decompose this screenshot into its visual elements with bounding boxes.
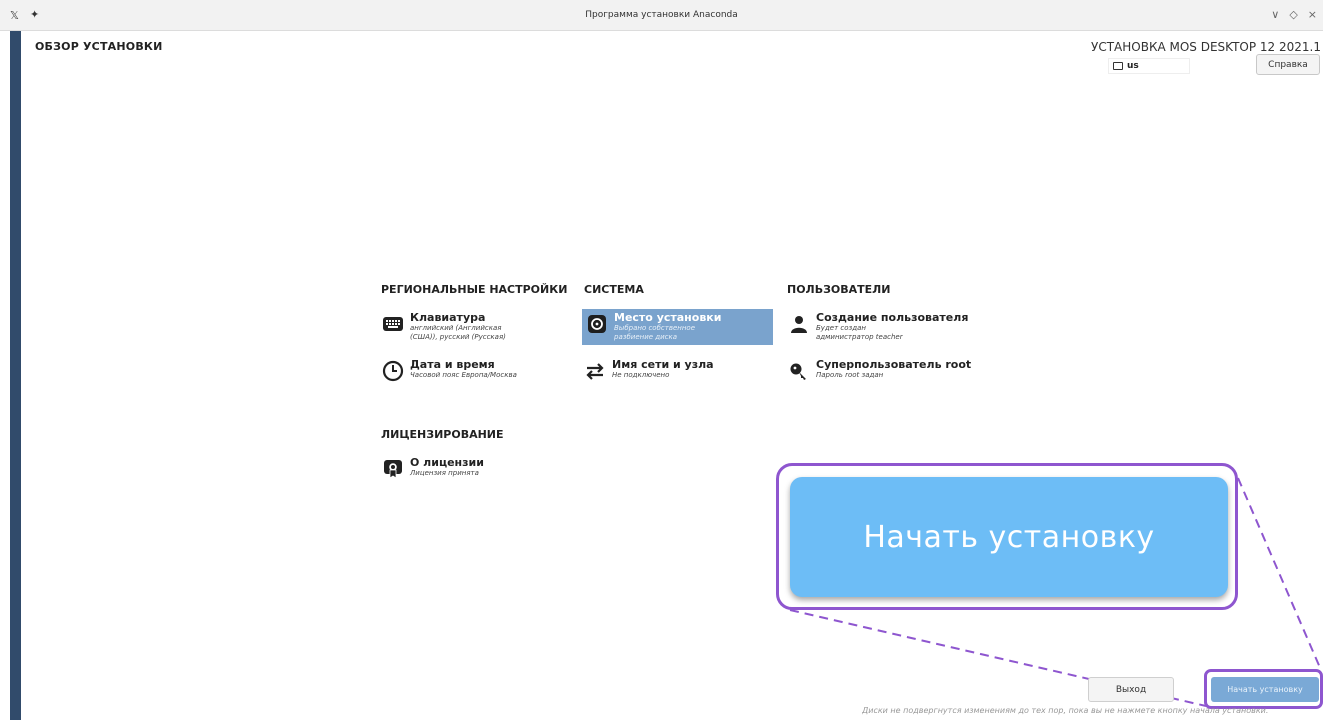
spoke-storage-status: Выбрано собственное разбиение диска	[614, 324, 696, 341]
spoke-license-status: Лицензия принята	[410, 469, 479, 477]
spoke-storage[interactable]: Место установки Выбрано собственное разб…	[582, 309, 773, 345]
spoke-keyboard[interactable]: Клавиатура английский (Английская (США))…	[382, 311, 530, 342]
window-title: Программа установки Anaconda	[585, 10, 738, 20]
close-icon[interactable]: ×	[1308, 8, 1317, 21]
title-bar: 𝕏 ✦ Программа установки Anaconda ∨ ◇ ×	[0, 0, 1323, 31]
category-users: ПОЛЬЗОВАТЕЛИ	[787, 283, 891, 296]
keyboard-small-icon	[1113, 62, 1123, 70]
keyboard-layout-indicator[interactable]: us	[1108, 58, 1190, 74]
maximize-icon[interactable]: ◇	[1289, 8, 1297, 21]
spoke-storage-title: Место установки	[614, 311, 722, 324]
spoke-network-title: Имя сети и узла	[612, 358, 714, 371]
minimize-icon[interactable]: ∨	[1271, 8, 1279, 21]
spoke-root-title: Суперпользователь root	[816, 358, 972, 371]
spoke-user-title: Создание пользователя	[816, 311, 969, 324]
spoke-datetime-status: Часовой пояс Европа/Москва	[410, 371, 517, 379]
sidebar-stripe	[10, 31, 21, 720]
spoke-keyboard-title: Клавиатура	[410, 311, 486, 324]
help-button[interactable]: Справка	[1256, 54, 1320, 75]
spoke-user[interactable]: Создание пользователя Будет создан админ…	[788, 311, 968, 342]
category-system: СИСТЕМА	[584, 283, 644, 296]
installer-window: 𝕏 ✦ Программа установки Anaconda ∨ ◇ × О…	[0, 0, 1323, 720]
spoke-datetime[interactable]: Дата и время Часовой пояс Европа/Москва	[382, 358, 517, 382]
license-icon	[382, 458, 404, 480]
clock-icon	[382, 360, 404, 382]
hard-disk-icon	[586, 313, 608, 335]
window-controls: ∨ ◇ ×	[1271, 8, 1317, 21]
footer-note: Диски не подвергнутся изменениям до тех …	[862, 706, 1269, 715]
spoke-network-status: Не подключено	[612, 371, 670, 379]
spoke-datetime-title: Дата и время	[410, 358, 495, 371]
spoke-keyboard-status: английский (Английская (США)), русский (…	[410, 324, 506, 341]
category-licensing: ЛИЦЕНЗИРОВАНИЕ	[381, 428, 504, 441]
network-arrows-icon	[584, 360, 606, 382]
user-icon	[788, 313, 810, 335]
page-title: ОБЗОР УСТАНОВКИ	[35, 40, 163, 53]
spoke-network[interactable]: Имя сети и узла Не подключено	[584, 358, 714, 382]
key-icon	[788, 360, 810, 382]
product-title: УСТАНОВКА MOS DESKTOP 12 2021.1	[1091, 40, 1321, 54]
category-localization: РЕГИОНАЛЬНЫЕ НАСТРОЙКИ	[381, 283, 568, 296]
quit-button[interactable]: Выход	[1088, 677, 1174, 702]
spoke-root[interactable]: Суперпользователь root Пароль root задан	[788, 358, 971, 382]
keyboard-icon	[382, 313, 404, 335]
begin-install-button[interactable]: Начать установку	[1211, 677, 1319, 702]
callout-begin-install-button: Начать установку	[790, 477, 1228, 597]
spoke-user-status: Будет создан администратор teacher	[816, 324, 903, 341]
spoke-license[interactable]: О лицензии Лицензия принята	[382, 456, 484, 480]
keyboard-layout-label: us	[1127, 61, 1139, 71]
spoke-root-status: Пароль root задан	[816, 371, 884, 379]
spoke-license-title: О лицензии	[410, 456, 484, 469]
